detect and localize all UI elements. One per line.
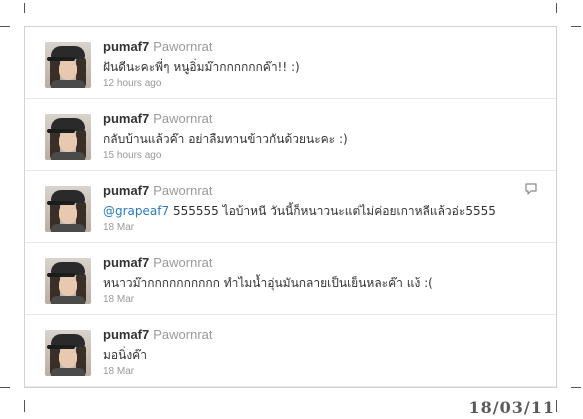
tweet-text: หนาวม๊ากกกกกกกกกก ทำไมน้ำอุ่นมันกลายเป็น… xyxy=(103,276,433,290)
tweet-timestamp[interactable]: 12 hours ago xyxy=(103,77,543,90)
reply-icon[interactable] xyxy=(524,182,538,196)
author-handle[interactable]: pumaf7 xyxy=(103,327,149,342)
tweet-author: pumaf7 Pawornrat xyxy=(103,255,543,271)
author-realname[interactable]: Pawornrat xyxy=(153,255,212,270)
author-realname[interactable]: Pawornrat xyxy=(153,183,212,198)
crop-mark-top-right-h xyxy=(571,26,581,27)
avatar-cap-brim xyxy=(47,57,75,61)
crop-mark-top-right-v xyxy=(556,3,557,13)
user-avatar[interactable] xyxy=(45,186,91,232)
tweet-content: pumaf7 Pawornrat กลับบ้านแล้วค๊า อย่าลืมท… xyxy=(103,111,543,162)
tweet-content: pumaf7 Pawornrat @grapeaf7 555555 ไอบ้าหน… xyxy=(103,183,543,234)
user-avatar[interactable] xyxy=(45,330,91,376)
date-stamp: 18/03/11 xyxy=(468,398,555,417)
crop-mark-bottom-right-v xyxy=(556,400,557,412)
tweet-content: pumaf7 Pawornrat ฝันดีนะคะพี่ๆ หนูอิ่มม๊า… xyxy=(103,39,543,90)
crop-mark-bottom-left-h xyxy=(0,387,10,388)
tweet-timestamp[interactable]: 18 Mar xyxy=(103,293,543,306)
tweet-item: pumaf7 Pawornrat ฝันดีนะคะพี่ๆ หนูอิ่มม๊า… xyxy=(25,27,556,99)
avatar-face xyxy=(59,348,77,368)
tweet-timestamp[interactable]: 18 Mar xyxy=(103,221,543,234)
tweet-author: pumaf7 Pawornrat xyxy=(103,183,543,199)
avatar-cap-brim xyxy=(47,129,75,133)
tweet-author: pumaf7 Pawornrat xyxy=(103,111,543,127)
avatar-shirt xyxy=(51,368,85,376)
avatar-face xyxy=(59,132,77,152)
crop-mark-bottom-left-v xyxy=(24,400,25,412)
tweet-text: กลับบ้านแล้วค๊า อย่าลืมทานข้าวกันด้วยนะค… xyxy=(103,132,348,146)
avatar-shirt xyxy=(51,80,85,88)
avatar-face xyxy=(59,276,77,296)
crop-mark-bottom-right-h xyxy=(571,387,581,388)
avatar-face xyxy=(59,204,77,224)
tweet-item: pumaf7 Pawornrat @grapeaf7 555555 ไอบ้าหน… xyxy=(25,171,556,243)
tweet-author: pumaf7 Pawornrat xyxy=(103,327,543,343)
tweet-author: pumaf7 Pawornrat xyxy=(103,39,543,55)
mention-link[interactable]: @grapeaf7 xyxy=(103,204,169,218)
tweet-timestamp[interactable]: 18 Mar xyxy=(103,365,543,378)
tweet-text: @grapeaf7 555555 ไอบ้าหนี วันนี้ก็หนาวนะ… xyxy=(103,202,543,220)
tweet-text: มอนิ่งค๊า xyxy=(103,348,147,362)
author-handle[interactable]: pumaf7 xyxy=(103,111,149,126)
author-realname[interactable]: Pawornrat xyxy=(153,327,212,342)
avatar-shirt xyxy=(51,224,85,232)
user-avatar[interactable] xyxy=(45,258,91,304)
avatar-shirt xyxy=(51,152,85,160)
crop-mark-top-left-v xyxy=(24,3,25,13)
tweet-content: pumaf7 Pawornrat หนาวม๊ากกกกกกกกกก ทำไมน้… xyxy=(103,255,543,306)
tweet-timestamp[interactable]: 15 hours ago xyxy=(103,149,543,162)
timeline-frame: pumaf7 Pawornrat ฝันดีนะคะพี่ๆ หนูอิ่มม๊า… xyxy=(24,26,557,388)
avatar-cap-brim xyxy=(47,201,75,205)
tweet-item: pumaf7 Pawornrat กลับบ้านแล้วค๊า อย่าลืมท… xyxy=(25,99,556,171)
tweet-item: pumaf7 Pawornrat หนาวม๊ากกกกกกกกกก ทำไมน้… xyxy=(25,243,556,315)
user-avatar[interactable] xyxy=(45,42,91,88)
avatar-cap-brim xyxy=(47,345,75,349)
avatar-shirt xyxy=(51,296,85,304)
author-handle[interactable]: pumaf7 xyxy=(103,255,149,270)
tweet-text-body: 555555 ไอบ้าหนี วันนี้ก็หนาวนะแต่ไม่ค่อย… xyxy=(169,204,496,218)
user-avatar[interactable] xyxy=(45,114,91,160)
author-realname[interactable]: Pawornrat xyxy=(153,39,212,54)
author-realname[interactable]: Pawornrat xyxy=(153,111,212,126)
tweet-content: pumaf7 Pawornrat มอนิ่งค๊า 18 Mar xyxy=(103,327,543,378)
avatar-cap-brim xyxy=(47,273,75,277)
avatar-face xyxy=(59,60,77,80)
author-handle[interactable]: pumaf7 xyxy=(103,183,149,198)
tweet-text: ฝันดีนะคะพี่ๆ หนูอิ่มม๊ากกกกกกค๊า!! :) xyxy=(103,60,300,74)
author-handle[interactable]: pumaf7 xyxy=(103,39,149,54)
crop-mark-top-left-h xyxy=(0,26,10,27)
tweet-item: pumaf7 Pawornrat มอนิ่งค๊า 18 Mar xyxy=(25,315,556,387)
